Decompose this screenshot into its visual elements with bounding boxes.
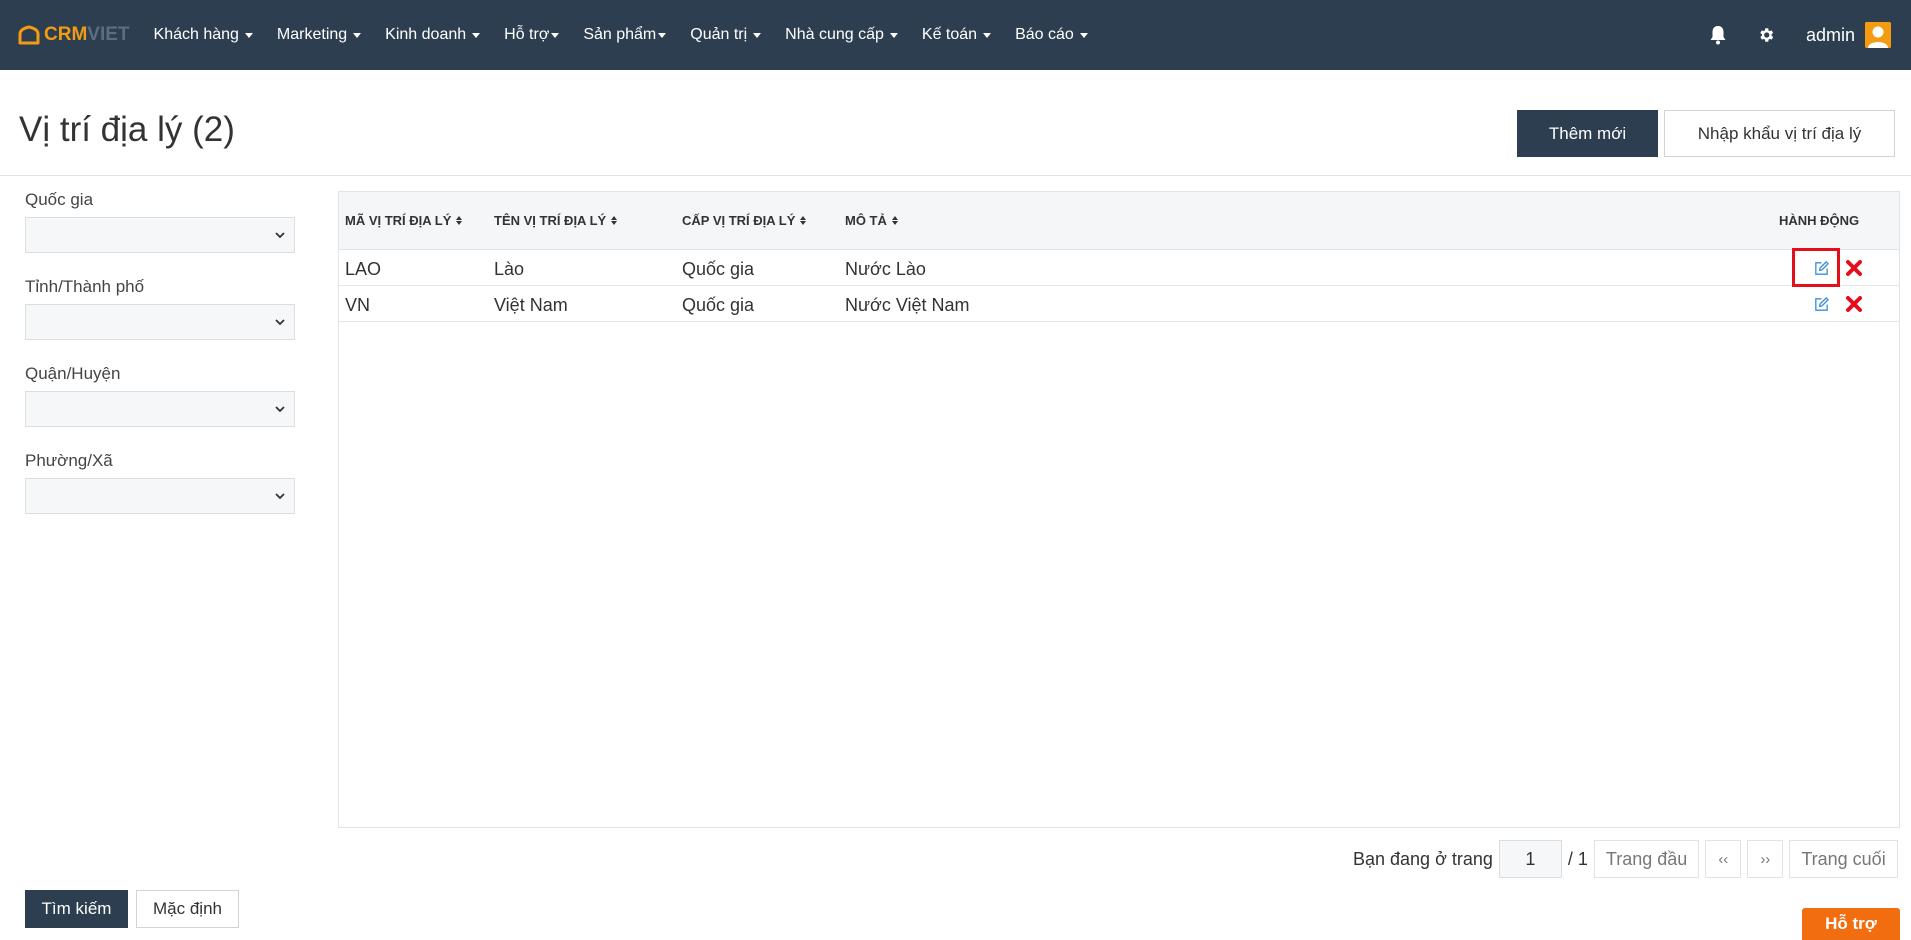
pagination-prefix: Bạn đang ở trang [1353,848,1493,869]
cell-level: Quốc gia [682,295,755,315]
delete-icon[interactable] [1845,259,1863,277]
ward-filter-label: Phường/Xã [25,451,113,470]
locations-table: MÃ VỊ TRÍ ĐỊA LÝ TÊN VỊ TRÍ ĐỊA LÝ CẤP V… [338,191,1900,828]
edit-highlight-box [1792,248,1840,287]
menu-item-bao-cao[interactable]: Báo cáo [1003,26,1100,44]
table-row: LAO Lào Quốc gia Nước Lào [339,250,1899,286]
caret-down-icon [889,32,898,38]
logo-house-icon [18,25,40,45]
first-page-button[interactable]: Trang đầu [1593,840,1700,878]
province-filter: Tỉnh/Thành phố [25,277,295,340]
user-avatar[interactable] [1865,22,1891,48]
sort-icon [891,216,898,225]
table-header: MÃ VỊ TRÍ ĐỊA LÝ TÊN VỊ TRÍ ĐỊA LÝ CẤP V… [339,192,1899,250]
country-filter-label: Quốc gia [25,190,94,209]
menu-item-san-pham[interactable]: Sản phẩm [571,26,678,44]
search-button[interactable]: Tìm kiếm [25,890,128,928]
chevron-down-icon [275,493,285,500]
chevron-down-icon [275,232,285,239]
menu-item-marketing[interactable]: Marketing [265,26,373,44]
support-button[interactable]: Hỗ trợ [1802,908,1900,940]
chevron-down-icon [275,319,285,326]
caret-down-icon [472,32,481,38]
table-row: VN Việt Nam Quốc gia Nước Việt Nam [339,286,1899,322]
district-filter-label: Quận/Huyện [25,364,121,383]
cell-level: Quốc gia [682,259,755,279]
edit-icon[interactable] [1811,294,1831,314]
chevron-down-icon [275,406,285,413]
last-page-button[interactable]: Trang cuối [1789,840,1898,878]
filter-panel: Quốc gia Tỉnh/Thành phố Quận/Huyện Phườn… [25,190,295,538]
menu-item-nha-cung-cap[interactable]: Nhà cung cấp [773,26,910,44]
cell-code: LAO [345,259,382,279]
caret-down-icon [753,32,762,38]
ward-select[interactable] [25,478,295,514]
district-select[interactable] [25,391,295,427]
page-number-input[interactable] [1498,840,1562,878]
menu-item-khach-hang[interactable]: Khách hàng [142,26,265,44]
province-filter-label: Tỉnh/Thành phố [25,277,145,296]
column-header-code[interactable]: MÃ VỊ TRÍ ĐỊA LÝ [345,213,463,228]
main-menu: Khách hàng Marketing Kinh doanh Hỗ trợ S… [142,0,1100,70]
settings-gear-icon[interactable] [1746,15,1786,55]
menu-item-ke-toan[interactable]: Kế toán [910,26,1003,44]
pagination-total: / 1 [1567,848,1588,869]
pagination: Bạn đang ở trang / 1 Trang đầu ‹‹ ›› Tra… [1353,840,1898,878]
column-header-description[interactable]: MÔ TẢ [845,213,898,228]
cell-code: VN [345,295,371,315]
top-navbar: CRMVIET Khách hàng Marketing Kinh doanh … [0,0,1911,70]
caret-down-icon [1079,32,1088,38]
district-filter: Quận/Huyện [25,364,295,427]
header-divider [0,175,1911,176]
reset-default-button[interactable]: Mặc định [136,890,239,928]
column-header-action: HÀNH ĐỘNG [1779,213,1860,228]
sort-icon [800,216,807,225]
caret-down-icon [983,32,992,38]
menu-item-quan-tri[interactable]: Quản trị [678,26,773,44]
menu-item-kinh-doanh[interactable]: Kinh doanh [373,26,492,44]
prev-page-button[interactable]: ‹‹ [1705,840,1742,878]
province-select[interactable] [25,304,295,340]
country-filter: Quốc gia [25,190,295,253]
import-locations-button[interactable]: Nhập khẩu vị trí địa lý [1664,110,1895,157]
menu-item-ho-tro[interactable]: Hỗ trợ [492,26,571,44]
notification-bell-icon[interactable] [1698,15,1738,55]
cell-description: Nước Việt Nam [845,295,970,315]
ward-filter: Phường/Xã [25,451,295,514]
country-select[interactable] [25,217,295,253]
caret-down-icon [658,32,667,38]
caret-down-icon [244,32,253,38]
crmviet-logo[interactable]: CRMVIET [18,24,130,46]
sort-icon [611,216,618,225]
sort-icon [456,216,463,225]
user-name[interactable]: admin [1806,25,1855,46]
cell-name: Việt Nam [494,295,568,315]
caret-down-icon [353,32,362,38]
cell-description: Nước Lào [845,259,926,279]
caret-down-icon [551,32,560,38]
logo-text: CRMVIET [44,24,130,45]
page-title: Vị trí địa lý (2) [19,110,235,149]
column-header-name[interactable]: TÊN VỊ TRÍ ĐỊA LÝ [494,213,618,228]
delete-icon[interactable] [1845,295,1863,313]
column-header-level[interactable]: CẤP VỊ TRÍ ĐỊA LÝ [682,213,807,228]
next-page-button[interactable]: ›› [1747,840,1784,878]
add-new-button[interactable]: Thêm mới [1517,110,1658,157]
cell-name: Lào [494,259,525,279]
navbar-right: admin [1698,0,1891,70]
